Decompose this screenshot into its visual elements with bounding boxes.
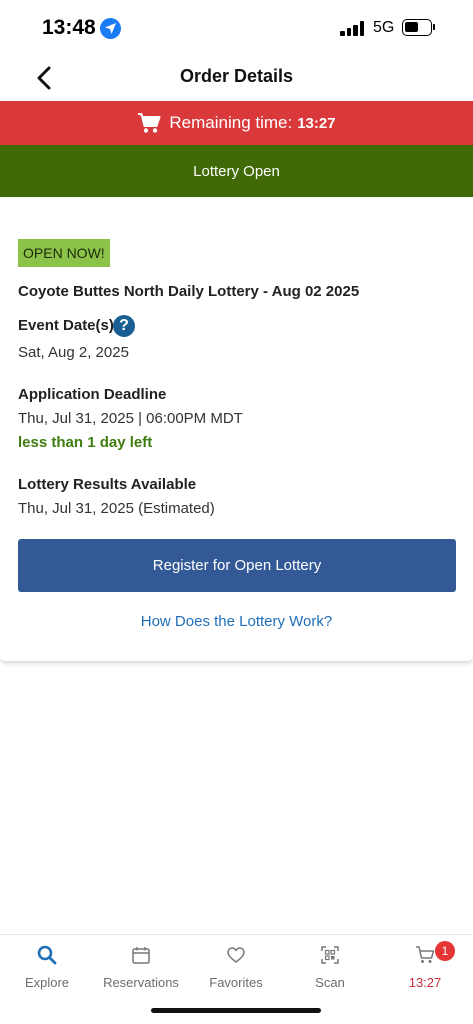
tab-label: Scan bbox=[315, 975, 345, 990]
tab-label: Explore bbox=[24, 975, 70, 990]
tab-label: Favorites bbox=[209, 975, 263, 990]
navigation-bar: Order Details bbox=[0, 56, 473, 100]
deadline-value: Thu, Jul 31, 2025 | 06:00PM MDT bbox=[18, 410, 243, 427]
cart-icon bbox=[138, 113, 161, 133]
remaining-time-label: Remaining time: bbox=[169, 113, 293, 132]
tab-favorites[interactable]: Favorites bbox=[189, 941, 283, 991]
time-left-text: less than 1 day left bbox=[18, 434, 153, 451]
page-title: Order Details bbox=[179, 66, 294, 86]
help-icon[interactable]: ? bbox=[113, 315, 135, 337]
tab-reservations[interactable]: Reservations bbox=[94, 941, 188, 991]
network-type: 5G bbox=[373, 19, 395, 36]
battery-nub bbox=[433, 24, 435, 30]
status-bar: 13:48 5G bbox=[0, 0, 473, 56]
tab-cart[interactable]: 1 13:27 bbox=[378, 941, 472, 991]
results-value: Thu, Jul 31, 2025 (Estimated) bbox=[18, 500, 215, 517]
back-button[interactable] bbox=[30, 63, 60, 93]
event-dates-value: Sat, Aug 2, 2025 bbox=[18, 344, 129, 361]
event-dates-label: Event Date(s) bbox=[18, 317, 114, 334]
deadline-label: Application Deadline bbox=[18, 386, 167, 403]
tab-label: Reservations bbox=[103, 975, 179, 990]
location-arrow-icon bbox=[100, 18, 121, 39]
cellular-signal-icon bbox=[340, 20, 366, 36]
calendar-icon bbox=[132, 947, 150, 964]
tab-scan[interactable]: Scan bbox=[283, 941, 377, 991]
heart-icon bbox=[227, 947, 245, 963]
tab-label: 13:27 bbox=[408, 975, 442, 990]
remaining-time-banner: Remaining time: 13:27 bbox=[0, 101, 473, 145]
order-detail-card: OPEN NOW! Coyote Buttes North Daily Lott… bbox=[0, 197, 473, 663]
lottery-status-text: Lottery Open bbox=[193, 162, 280, 180]
tab-explore[interactable]: Explore bbox=[0, 941, 94, 991]
status-time: 13:48 bbox=[42, 16, 96, 39]
cart-icon bbox=[416, 946, 435, 963]
how-lottery-works-link[interactable]: How Does the Lottery Work? bbox=[0, 613, 473, 630]
remaining-time-value: 13:27 bbox=[297, 114, 336, 132]
cart-count-badge: 1 bbox=[435, 941, 455, 961]
search-icon bbox=[37, 945, 57, 965]
lottery-name: Coyote Buttes North Daily Lottery - Aug … bbox=[18, 283, 360, 300]
lottery-status-strip: Lottery Open bbox=[0, 145, 473, 197]
register-button[interactable]: Register for Open Lottery bbox=[18, 539, 456, 592]
battery-icon bbox=[402, 19, 432, 36]
open-now-badge: OPEN NOW! bbox=[18, 239, 110, 267]
home-indicator bbox=[151, 1008, 321, 1013]
results-label: Lottery Results Available bbox=[18, 476, 197, 493]
qr-scan-icon bbox=[321, 946, 339, 964]
chevron-left-icon bbox=[37, 66, 51, 90]
